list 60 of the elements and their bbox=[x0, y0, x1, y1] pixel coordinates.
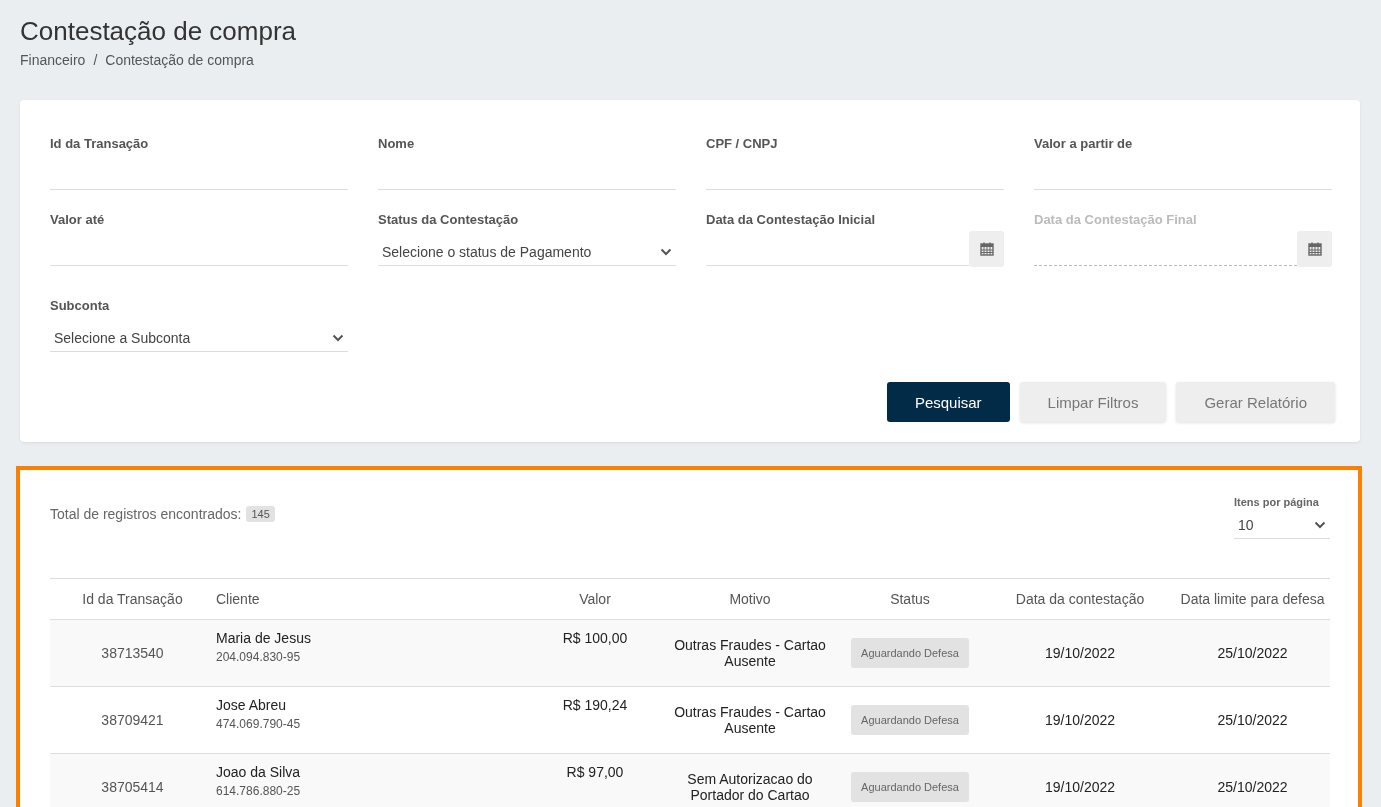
calendar-button[interactable] bbox=[1297, 231, 1332, 267]
table-cell: R$ 190,24 bbox=[525, 686, 665, 754]
status-badge: Aguardando Defesa bbox=[851, 638, 969, 668]
calendar-icon bbox=[979, 242, 994, 256]
field-label: Data da Contestação Inicial bbox=[706, 212, 877, 227]
client-name: Maria de Jesus bbox=[216, 630, 312, 646]
total-label: Total de registros encontrados: bbox=[50, 506, 242, 522]
field-label: Valor a partir de bbox=[1034, 136, 1134, 151]
field-label: Id da Transação bbox=[50, 136, 150, 151]
column-header: Motivo bbox=[665, 578, 835, 620]
breadcrumb-item[interactable]: Financeiro bbox=[20, 52, 86, 68]
table-cell: 38713540 bbox=[50, 619, 215, 687]
table-cell: 19/10/2022 bbox=[985, 619, 1175, 687]
table-cell: 19/10/2022 bbox=[985, 686, 1175, 754]
action-button[interactable]: Gerar Relatório bbox=[1176, 382, 1335, 422]
search-button[interactable]: Pesquisar bbox=[886, 382, 1010, 422]
client-name: Joao da Silva bbox=[216, 764, 302, 780]
table-cell: 19/10/2022 bbox=[985, 753, 1175, 807]
field-label: Valor até bbox=[50, 212, 106, 227]
table-cell: 25/10/2022 bbox=[1175, 753, 1330, 807]
column-header: Status bbox=[835, 578, 985, 620]
calendar-button[interactable] bbox=[969, 231, 1004, 267]
table-cell: Outras Fraudes - Cartao Ausente bbox=[665, 619, 835, 687]
table-cell: R$ 97,00 bbox=[525, 753, 665, 807]
column-header: Id da Transação bbox=[50, 578, 215, 620]
chevron-down-icon bbox=[660, 248, 672, 256]
column-header: Cliente bbox=[215, 578, 525, 620]
column-header: Data limite para defesa bbox=[1175, 578, 1330, 620]
chevron-down-icon bbox=[332, 334, 344, 342]
client-name: Jose Abreu bbox=[216, 697, 288, 713]
client-document: 614.786.880-25 bbox=[216, 784, 302, 798]
column-header: Data da contestação bbox=[985, 578, 1175, 620]
action-button[interactable]: Limpar Filtros bbox=[1019, 382, 1167, 422]
chevron-down-icon bbox=[1314, 521, 1326, 529]
select-field[interactable]: Selecione o status de Pagamento bbox=[378, 239, 676, 266]
calendar-icon bbox=[1307, 242, 1322, 256]
breadcrumb-separator: / bbox=[93, 52, 98, 68]
field-label: CPF / CNPJ bbox=[706, 136, 779, 151]
count-badge: 145 bbox=[246, 506, 275, 522]
breadcrumb-item: Contestação de compra bbox=[105, 52, 254, 68]
field-label: Subconta bbox=[50, 298, 111, 313]
table-cell: Sem Autorizacao do Portador do Cartao bbox=[665, 753, 835, 807]
table-cell: 38705414 bbox=[50, 753, 215, 807]
field-label: Nome bbox=[378, 136, 416, 151]
status-badge: Aguardando Defesa bbox=[851, 705, 969, 735]
column-header: Valor bbox=[525, 578, 665, 620]
per-page-label: Itens por página bbox=[1234, 496, 1320, 508]
table-cell: 25/10/2022 bbox=[1175, 619, 1330, 687]
client-document: 474.069.790-45 bbox=[216, 717, 302, 731]
select-field[interactable]: Selecione a Subconta bbox=[50, 325, 348, 352]
client-document: 204.094.830-95 bbox=[216, 650, 302, 664]
table-cell: 25/10/2022 bbox=[1175, 686, 1330, 754]
status-badge: Aguardando Defesa bbox=[851, 772, 969, 802]
table-cell: R$ 100,00 bbox=[525, 619, 665, 687]
table-cell: 38709421 bbox=[50, 686, 215, 754]
page-title: Contestação de compra bbox=[20, 15, 298, 48]
table-cell: Outras Fraudes - Cartao Ausente bbox=[665, 686, 835, 754]
per-page-select[interactable]: 10 bbox=[1234, 512, 1330, 539]
field-label: Status da Contestação bbox=[378, 212, 520, 227]
field-label: Data da Contestação Final bbox=[1034, 212, 1198, 227]
